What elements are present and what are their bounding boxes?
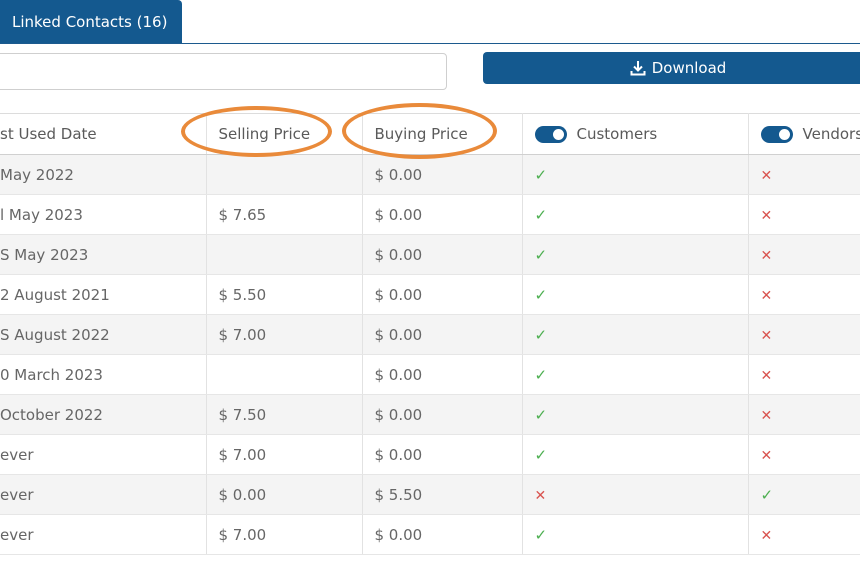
cross-icon: ✕	[760, 247, 773, 264]
cell-selling-price: $ 5.50	[206, 274, 363, 315]
cell-customer: ✓	[522, 314, 749, 355]
cell-selling-price	[206, 234, 363, 275]
download-label: Download	[651, 59, 727, 77]
check-icon: ✓	[534, 285, 548, 304]
cell-vendor: ✕	[748, 234, 860, 275]
cell-buying-price: $ 0.00	[362, 314, 523, 355]
cell-buying-price: $ 0.00	[362, 274, 523, 315]
cross-icon: ✕	[760, 367, 773, 384]
header-selling-price[interactable]: Selling Price	[206, 113, 363, 155]
table-row[interactable]: S August 2022 $ 7.00 $ 0.00 ✓ ✕	[0, 314, 860, 355]
cell-selling-price	[206, 354, 363, 395]
cross-icon: ✕	[760, 167, 773, 184]
cell-vendor: ✕	[748, 394, 860, 435]
check-icon: ✓	[534, 325, 548, 344]
cell-last-used-date: May 2022	[0, 154, 207, 195]
table-body: May 2022 $ 0.00 ✓ ✕ l May 2023 $ 7.65 $ 0.00 ✓ ✕…	[0, 154, 860, 555]
header-buying-price[interactable]: Buying Price	[362, 113, 523, 155]
cell-selling-price: $ 7.00	[206, 314, 363, 355]
table-row[interactable]: S May 2023 $ 0.00 ✓ ✕	[0, 234, 860, 275]
customers-toggle[interactable]	[534, 126, 567, 143]
cell-customer: ✓	[522, 154, 749, 195]
cross-icon: ✕	[760, 447, 773, 464]
check-icon: ✓	[534, 405, 548, 424]
table-header-row: st Used Date Selling Price Buying Price …	[0, 113, 860, 155]
cell-last-used-date: October 2022	[0, 394, 207, 435]
table-row[interactable]: l May 2023 $ 7.65 $ 0.00 ✓ ✕	[0, 194, 860, 235]
cell-customer: ✓	[522, 234, 749, 275]
cell-last-used-date: ever	[0, 514, 207, 555]
cell-vendor: ✕	[748, 274, 860, 315]
cell-selling-price	[206, 154, 363, 195]
cell-selling-price: $ 7.00	[206, 514, 363, 555]
cell-vendor: ✕	[748, 154, 860, 195]
header-customers: Customers	[522, 113, 749, 155]
cell-customer: ✓	[522, 274, 749, 315]
check-icon: ✓	[534, 165, 548, 184]
table-row[interactable]: 0 March 2023 $ 0.00 ✓ ✕	[0, 354, 860, 395]
table-row[interactable]: ever $ 7.00 $ 0.00 ✓ ✕	[0, 434, 860, 475]
cross-icon: ✕	[760, 327, 773, 344]
cell-last-used-date: l May 2023	[0, 194, 207, 235]
header-last-used-date[interactable]: st Used Date	[0, 113, 207, 155]
search-input[interactable]	[0, 53, 447, 90]
cell-last-used-date: ever	[0, 474, 207, 515]
cross-icon: ✕	[760, 527, 773, 544]
cell-selling-price: $ 0.00	[206, 474, 363, 515]
download-icon	[630, 60, 646, 76]
cell-customer: ✓	[522, 434, 749, 475]
cross-icon: ✕	[534, 487, 547, 504]
cell-selling-price: $ 7.65	[206, 194, 363, 235]
check-icon: ✓	[760, 485, 774, 504]
cross-icon: ✕	[760, 287, 773, 304]
check-icon: ✓	[534, 205, 548, 224]
cell-customer: ✓	[522, 394, 749, 435]
cell-buying-price: $ 0.00	[362, 394, 523, 435]
cell-vendor: ✕	[748, 354, 860, 395]
check-icon: ✓	[534, 525, 548, 544]
cell-customer: ✕	[522, 474, 749, 515]
cell-last-used-date: 0 March 2023	[0, 354, 207, 395]
check-icon: ✓	[534, 245, 548, 264]
cell-vendor: ✕	[748, 194, 860, 235]
cell-selling-price: $ 7.00	[206, 434, 363, 475]
cell-last-used-date: S August 2022	[0, 314, 207, 355]
table-row[interactable]: May 2022 $ 0.00 ✓ ✕	[0, 154, 860, 195]
cell-buying-price: $ 0.00	[362, 194, 523, 235]
cell-vendor: ✕	[748, 514, 860, 555]
cell-last-used-date: S May 2023	[0, 234, 207, 275]
check-icon: ✓	[534, 365, 548, 384]
cross-icon: ✕	[760, 207, 773, 224]
cell-customer: ✓	[522, 514, 749, 555]
table-row[interactable]: 2 August 2021 $ 5.50 $ 0.00 ✓ ✕	[0, 274, 860, 315]
header-vendors: Vendors	[748, 113, 860, 155]
cell-vendor: ✕	[748, 314, 860, 355]
tab-bar: Linked Contacts (16)	[0, 0, 860, 44]
tab-linked-contacts[interactable]: Linked Contacts (16)	[0, 0, 182, 43]
check-icon: ✓	[534, 445, 548, 464]
cell-selling-price: $ 7.50	[206, 394, 363, 435]
cell-customer: ✓	[522, 194, 749, 235]
cell-buying-price: $ 5.50	[362, 474, 523, 515]
contacts-table: st Used Date Selling Price Buying Price …	[0, 113, 860, 555]
table-row[interactable]: ever $ 7.00 $ 0.00 ✓ ✕	[0, 514, 860, 555]
table-row[interactable]: October 2022 $ 7.50 $ 0.00 ✓ ✕	[0, 394, 860, 435]
cross-icon: ✕	[760, 407, 773, 424]
cell-vendor: ✓	[748, 474, 860, 515]
vendors-toggle[interactable]	[760, 126, 793, 143]
cell-buying-price: $ 0.00	[362, 154, 523, 195]
cell-vendor: ✕	[748, 434, 860, 475]
cell-buying-price: $ 0.00	[362, 434, 523, 475]
cell-buying-price: $ 0.00	[362, 354, 523, 395]
cell-customer: ✓	[522, 354, 749, 395]
cell-buying-price: $ 0.00	[362, 514, 523, 555]
cell-last-used-date: 2 August 2021	[0, 274, 207, 315]
table-row[interactable]: ever $ 0.00 $ 5.50 ✕ ✓	[0, 474, 860, 515]
cell-buying-price: $ 0.00	[362, 234, 523, 275]
download-button[interactable]: Download	[483, 52, 860, 84]
cell-last-used-date: ever	[0, 434, 207, 475]
